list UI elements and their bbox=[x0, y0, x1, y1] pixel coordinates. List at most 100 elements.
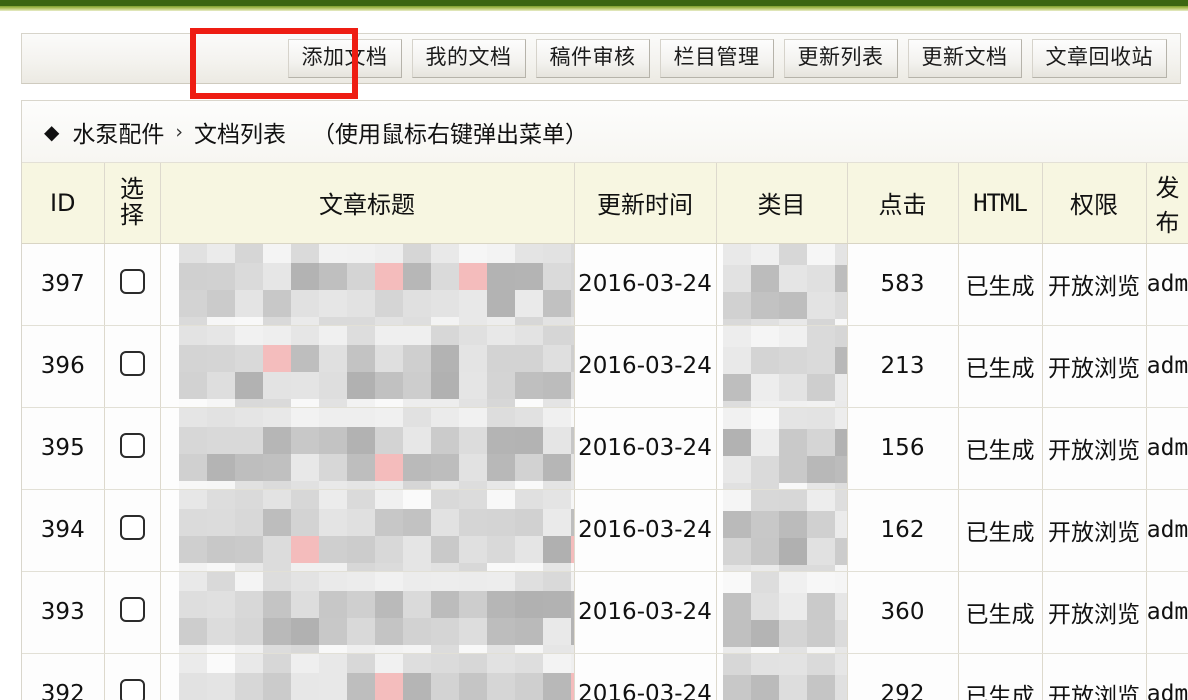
table-body: 3972016-03-24583已生成开放浏览adm3962016-03-242… bbox=[22, 243, 1188, 700]
cell-id: 394 bbox=[22, 489, 104, 571]
toolbar-button-3[interactable]: 稿件审核 bbox=[536, 39, 650, 78]
cell-publisher: adm bbox=[1146, 325, 1188, 407]
column-header-id[interactable]: ID bbox=[22, 163, 104, 243]
cell-permission[interactable]: 开放浏览 bbox=[1042, 325, 1146, 407]
cell-hits: 162 bbox=[847, 489, 958, 571]
cell-html-status[interactable]: 已生成 bbox=[958, 243, 1042, 325]
censored-content bbox=[717, 490, 847, 571]
cell-category[interactable] bbox=[716, 243, 847, 325]
cell-title[interactable] bbox=[160, 571, 574, 653]
cell-select[interactable] bbox=[104, 653, 160, 700]
row-checkbox[interactable] bbox=[120, 269, 145, 294]
column-header-title[interactable]: 文章标题 bbox=[160, 163, 574, 243]
cell-permission[interactable]: 开放浏览 bbox=[1042, 571, 1146, 653]
cell-hits: 213 bbox=[847, 325, 958, 407]
cell-updated: 2016-03-24 bbox=[574, 243, 716, 325]
cell-id: 397 bbox=[22, 243, 104, 325]
cell-select[interactable] bbox=[104, 407, 160, 489]
cell-updated: 2016-03-24 bbox=[574, 571, 716, 653]
cell-publisher: adm bbox=[1146, 407, 1188, 489]
censored-content bbox=[161, 654, 574, 700]
column-header-publisher[interactable]: 发布 bbox=[1146, 163, 1188, 243]
table-row[interactable]: 397 2016-03-24 583已生成开放浏览adm bbox=[22, 243, 1188, 325]
row-checkbox[interactable] bbox=[120, 433, 145, 458]
column-header-category[interactable]: 类目 bbox=[716, 163, 847, 243]
cell-select[interactable] bbox=[104, 243, 160, 325]
toolbar-button-4[interactable]: 栏目管理 bbox=[660, 39, 774, 78]
cell-title[interactable] bbox=[160, 243, 574, 325]
document-action-toolbar: 添加文档我的文档稿件审核栏目管理更新列表更新文档文章回收站 bbox=[21, 33, 1181, 84]
toolbar-region: 添加文档我的文档稿件审核栏目管理更新列表更新文档文章回收站 bbox=[0, 11, 1188, 89]
cell-title[interactable] bbox=[160, 407, 574, 489]
content-panel: ◆ 水泵配件 › 文档列表 （使用鼠标右键弹出菜单） ID 选 择 文章标题 更… bbox=[21, 100, 1188, 700]
table-row[interactable]: 396 2016-03-24 213已生成开放浏览adm bbox=[22, 325, 1188, 407]
cell-hits: 292 bbox=[847, 653, 958, 700]
table-header-row: ID 选 择 文章标题 更新时间 类目 点击 HTML 权限 发布 bbox=[22, 163, 1188, 243]
breadcrumb-hint: （使用鼠标右键弹出菜单） bbox=[312, 115, 588, 149]
column-header-hits[interactable]: 点击 bbox=[847, 163, 958, 243]
cell-id: 392 bbox=[22, 653, 104, 700]
toolbar-button-5[interactable]: 更新列表 bbox=[784, 39, 898, 78]
column-header-updated[interactable]: 更新时间 bbox=[574, 163, 716, 243]
cell-category[interactable] bbox=[716, 653, 847, 700]
cell-select[interactable] bbox=[104, 571, 160, 653]
column-header-permission[interactable]: 权限 bbox=[1042, 163, 1146, 243]
row-checkbox[interactable] bbox=[120, 515, 145, 540]
cell-permission[interactable]: 开放浏览 bbox=[1042, 489, 1146, 571]
cell-select[interactable] bbox=[104, 489, 160, 571]
cell-category[interactable] bbox=[716, 325, 847, 407]
cell-html-status[interactable]: 已生成 bbox=[958, 571, 1042, 653]
cell-category[interactable] bbox=[716, 571, 847, 653]
cell-id: 395 bbox=[22, 407, 104, 489]
toolbar-button-2[interactable]: 我的文档 bbox=[412, 39, 526, 78]
row-checkbox[interactable] bbox=[120, 351, 145, 376]
row-checkbox[interactable] bbox=[120, 679, 145, 700]
column-header-html[interactable]: HTML bbox=[958, 163, 1042, 243]
cell-updated: 2016-03-24 bbox=[574, 325, 716, 407]
cell-updated: 2016-03-24 bbox=[574, 407, 716, 489]
cell-id: 393 bbox=[22, 571, 104, 653]
cell-publisher: adm bbox=[1146, 653, 1188, 700]
cell-hits: 360 bbox=[847, 571, 958, 653]
censored-content bbox=[161, 326, 574, 407]
row-checkbox[interactable] bbox=[120, 597, 145, 622]
document-list-table: ID 选 择 文章标题 更新时间 类目 点击 HTML 权限 发布 397 201… bbox=[22, 163, 1188, 700]
breadcrumb-category[interactable]: 水泵配件 bbox=[72, 115, 164, 149]
table-row[interactable]: 393 2016-03-24 360已生成开放浏览adm bbox=[22, 571, 1188, 653]
table-row[interactable]: 3952016-03-24156已生成开放浏览adm bbox=[22, 407, 1188, 489]
cell-title[interactable] bbox=[160, 489, 574, 571]
column-header-select[interactable]: 选 择 bbox=[104, 163, 160, 243]
cell-hits: 583 bbox=[847, 243, 958, 325]
cell-publisher: adm bbox=[1146, 243, 1188, 325]
cell-title[interactable] bbox=[160, 325, 574, 407]
censored-content bbox=[717, 326, 847, 407]
censored-content bbox=[161, 244, 574, 325]
cell-id: 396 bbox=[22, 325, 104, 407]
toolbar-button-6[interactable]: 更新文档 bbox=[908, 39, 1022, 78]
cell-select[interactable] bbox=[104, 325, 160, 407]
censored-content bbox=[161, 572, 574, 653]
censored-content bbox=[161, 490, 574, 571]
diamond-icon: ◆ bbox=[44, 120, 59, 144]
cell-html-status[interactable]: 已生成 bbox=[958, 489, 1042, 571]
cell-publisher: adm bbox=[1146, 571, 1188, 653]
chevron-right-icon: › bbox=[175, 121, 183, 143]
cell-html-status[interactable]: 已生成 bbox=[958, 407, 1042, 489]
cell-updated: 2016-03-24 bbox=[574, 653, 716, 700]
cell-title[interactable] bbox=[160, 653, 574, 700]
table-row[interactable]: 3942016-03-24162已生成开放浏览adm bbox=[22, 489, 1188, 571]
cell-html-status[interactable]: 已生成 bbox=[958, 325, 1042, 407]
table-row[interactable]: 392 2016-03-24 292已生成开放浏览adm bbox=[22, 653, 1188, 700]
cell-permission[interactable]: 开放浏览 bbox=[1042, 653, 1146, 700]
censored-content bbox=[161, 408, 574, 489]
cell-permission[interactable]: 开放浏览 bbox=[1042, 243, 1146, 325]
toolbar-button-7[interactable]: 文章回收站 bbox=[1032, 39, 1168, 78]
cell-category[interactable] bbox=[716, 489, 847, 571]
column-header-select-line1: 选 bbox=[107, 177, 158, 202]
cell-permission[interactable]: 开放浏览 bbox=[1042, 407, 1146, 489]
cell-html-status[interactable]: 已生成 bbox=[958, 653, 1042, 700]
toolbar-button-1[interactable]: 添加文档 bbox=[288, 39, 402, 78]
censored-content bbox=[717, 654, 847, 700]
censored-content bbox=[717, 244, 847, 325]
cell-category[interactable] bbox=[716, 407, 847, 489]
